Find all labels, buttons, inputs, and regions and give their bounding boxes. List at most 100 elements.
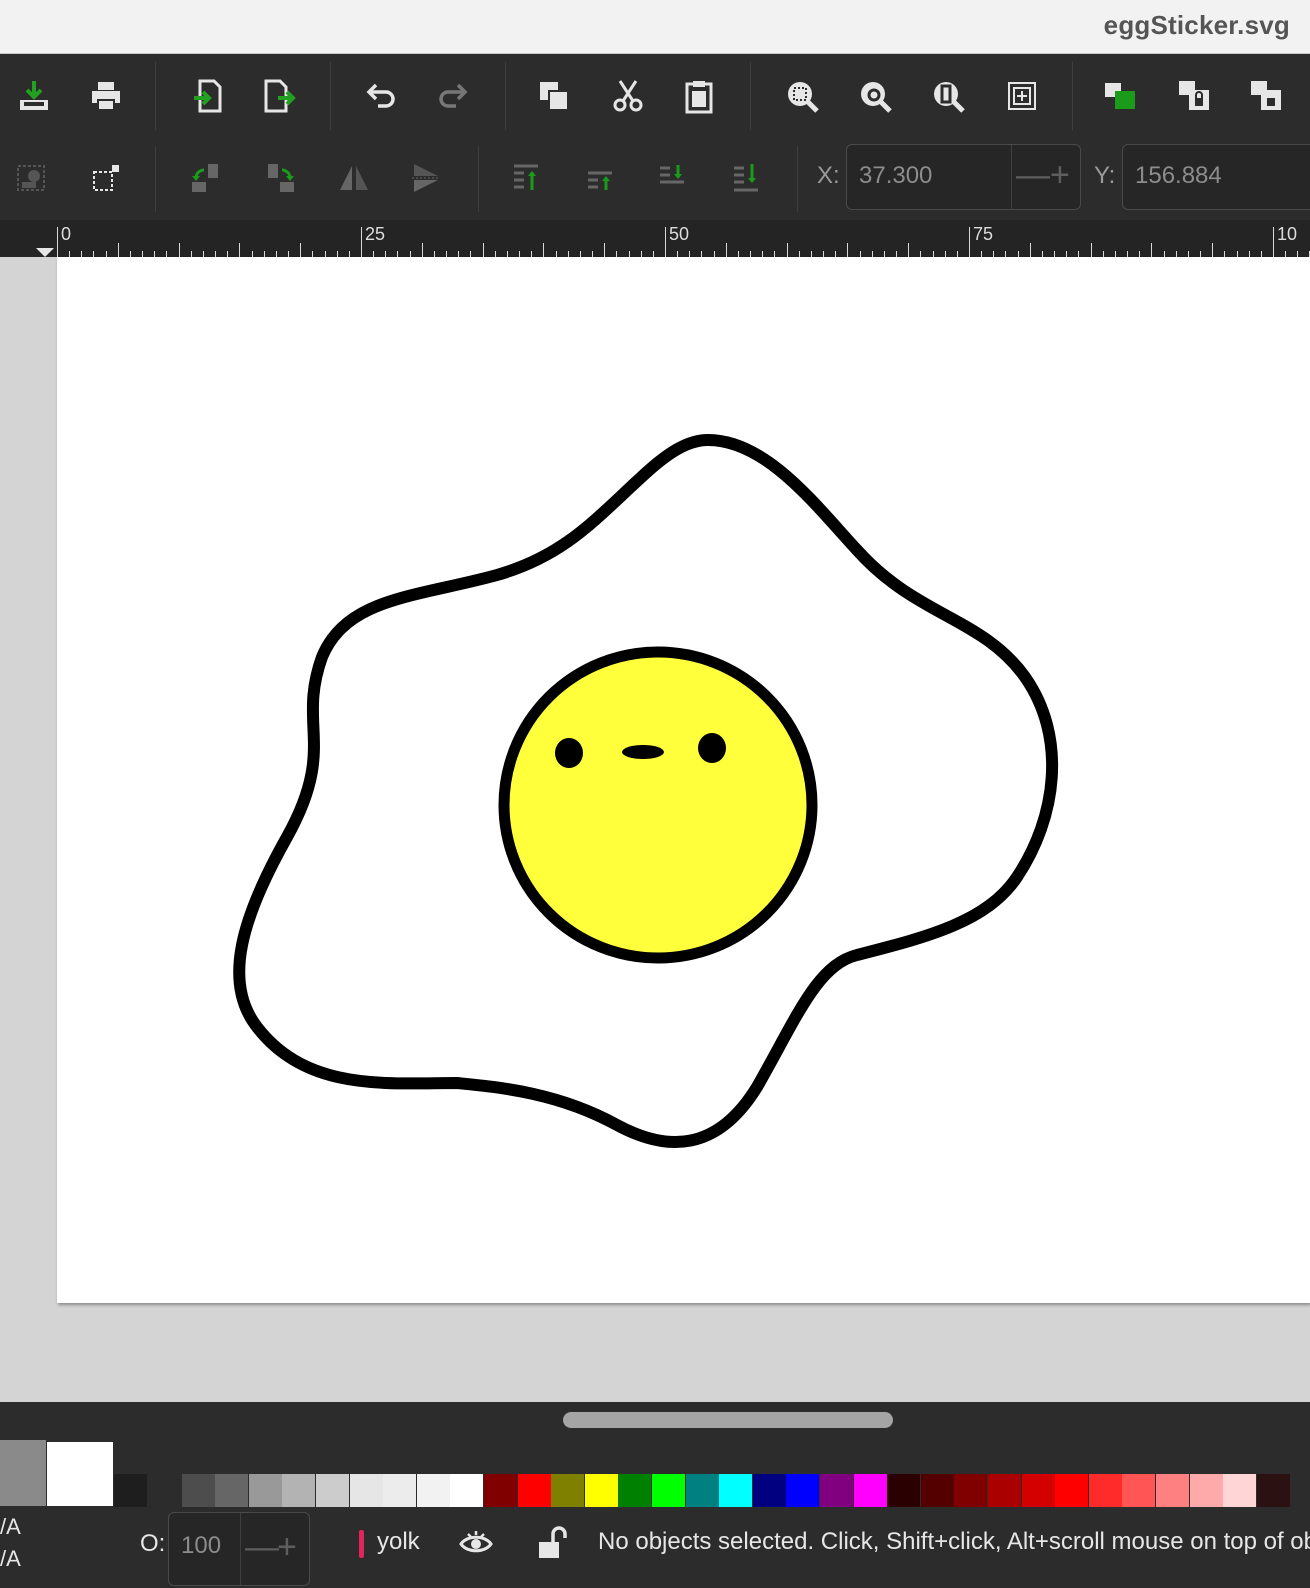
- document-page[interactable]: [57, 257, 1310, 1303]
- copy-icon[interactable]: [528, 70, 580, 122]
- palette-swatch[interactable]: [1055, 1474, 1089, 1507]
- zoom-fit-icon[interactable]: [996, 70, 1048, 122]
- zoom-selection-icon[interactable]: [776, 70, 828, 122]
- palette-swatch[interactable]: [1088, 1474, 1122, 1507]
- ruler-tick: [908, 243, 909, 257]
- x-coordinate-field[interactable]: 37.300 — +: [846, 144, 1081, 210]
- palette-swatch[interactable]: [316, 1474, 349, 1507]
- palette-swatch[interactable]: [618, 1474, 652, 1507]
- flip-horizontal-icon[interactable]: [328, 152, 380, 204]
- palette-swatch[interactable]: [1223, 1474, 1257, 1507]
- ruler-tick: [239, 243, 240, 257]
- palette-swatch[interactable]: [416, 1474, 450, 1507]
- palette-swatch[interactable]: [652, 1474, 685, 1507]
- ruler-tick: [847, 243, 848, 257]
- status-message: No objects selected. Click, Shift+click,…: [598, 1528, 1310, 1555]
- paste-icon[interactable]: [673, 70, 725, 122]
- yolk-circle[interactable]: [498, 646, 818, 964]
- ruler-tick: [787, 243, 788, 257]
- scrollbar-thumb[interactable]: [563, 1412, 893, 1428]
- group-icon[interactable]: [1094, 70, 1146, 122]
- x-decrement-button[interactable]: —: [1016, 157, 1050, 193]
- save-icon[interactable]: [8, 70, 60, 122]
- unlocked-padlock-icon[interactable]: [534, 1522, 568, 1562]
- zoom-page-icon[interactable]: [922, 70, 974, 122]
- palette-swatch[interactable]: [853, 1474, 887, 1507]
- undo-icon[interactable]: [354, 70, 406, 122]
- palette-swatch[interactable]: [114, 1474, 147, 1507]
- zoom-drawing-icon[interactable]: [849, 70, 901, 122]
- y-coordinate-field[interactable]: 156.884: [1122, 144, 1310, 210]
- redo-icon[interactable]: [428, 70, 480, 122]
- palette-swatch[interactable]: [1256, 1474, 1290, 1507]
- ruler-tick: [422, 243, 423, 257]
- rotate-cw-icon[interactable]: [254, 152, 306, 204]
- palette-swatch[interactable]: [517, 1474, 551, 1507]
- yolk-left-eye[interactable]: [555, 738, 583, 768]
- fill-status[interactable]: /A: [0, 1514, 21, 1540]
- opacity-increment-button[interactable]: +: [277, 1529, 297, 1565]
- ruler-tick: [57, 227, 58, 257]
- cut-icon[interactable]: [602, 70, 654, 122]
- palette-swatch[interactable]: [752, 1474, 786, 1507]
- palette-swatch[interactable]: [920, 1474, 954, 1507]
- palette-swatch[interactable]: [349, 1474, 383, 1507]
- print-icon[interactable]: [80, 70, 132, 122]
- palette-swatch[interactable]: [685, 1474, 719, 1507]
- palette-swatch[interactable]: [282, 1474, 316, 1507]
- y-coordinate-value[interactable]: 156.884: [1135, 162, 1222, 190]
- palette-swatch[interactable]: [248, 1474, 282, 1507]
- unlock-group-icon[interactable]: [1240, 70, 1292, 122]
- raise-to-top-icon[interactable]: [500, 152, 552, 204]
- import-icon[interactable]: [182, 70, 234, 122]
- toolbar-separator: [155, 146, 156, 212]
- select-all-layers-icon[interactable]: [80, 152, 132, 204]
- raise-icon[interactable]: [574, 152, 626, 204]
- x-increment-button[interactable]: +: [1050, 157, 1070, 193]
- flip-vertical-icon[interactable]: [400, 152, 452, 204]
- palette-swatch[interactable]: [719, 1474, 753, 1507]
- palette-swatch[interactable]: [215, 1474, 249, 1507]
- opacity-field[interactable]: 100 — +: [168, 1512, 310, 1586]
- ruler-tick: [361, 227, 362, 257]
- fill-indicator-swatch[interactable]: [0, 1440, 46, 1506]
- palette-swatch[interactable]: [383, 1474, 417, 1507]
- egg-drawing[interactable]: [57, 257, 1310, 1303]
- palette-swatch[interactable]: [954, 1474, 988, 1507]
- opacity-value[interactable]: 100: [181, 1532, 221, 1560]
- stroke-status[interactable]: /A: [0, 1546, 21, 1572]
- stroke-indicator-swatch[interactable]: [47, 1442, 113, 1506]
- select-all-icon[interactable]: [6, 152, 58, 204]
- current-layer-name[interactable]: yolk: [377, 1528, 420, 1556]
- horizontal-scrollbar[interactable]: [0, 1402, 1310, 1440]
- ruler-label: 75: [973, 224, 994, 244]
- lower-icon[interactable]: [646, 152, 698, 204]
- lock-group-icon[interactable]: [1168, 70, 1220, 122]
- palette-swatch[interactable]: [584, 1474, 618, 1507]
- eye-visibility-icon[interactable]: [458, 1524, 494, 1560]
- ruler-tick: [1212, 243, 1213, 257]
- export-icon[interactable]: [252, 70, 304, 122]
- palette-swatch[interactable]: [887, 1474, 921, 1507]
- y-label: Y:: [1094, 162, 1116, 189]
- rotate-ccw-icon[interactable]: [180, 152, 232, 204]
- canvas-area[interactable]: [0, 257, 1310, 1402]
- palette-swatch[interactable]: [147, 1474, 181, 1507]
- palette-swatch[interactable]: [820, 1474, 853, 1507]
- palette-swatch[interactable]: [551, 1474, 585, 1507]
- x-coordinate-value[interactable]: 37.300: [859, 162, 932, 190]
- palette-swatch[interactable]: [1122, 1474, 1156, 1507]
- palette-swatch[interactable]: [988, 1474, 1021, 1507]
- palette-swatch[interactable]: [786, 1474, 820, 1507]
- palette-swatch[interactable]: [1021, 1474, 1055, 1507]
- palette-swatch[interactable]: [484, 1474, 517, 1507]
- palette-swatch[interactable]: [181, 1474, 215, 1507]
- yolk-mouth[interactable]: [622, 745, 664, 759]
- yolk-right-eye[interactable]: [698, 733, 726, 763]
- opacity-decrement-button[interactable]: —: [245, 1529, 279, 1565]
- palette-swatch[interactable]: [1156, 1474, 1189, 1507]
- lower-to-bottom-icon[interactable]: [720, 152, 772, 204]
- palette-swatch[interactable]: [1189, 1474, 1223, 1507]
- horizontal-ruler[interactable]: 0 25 50 75 10: [0, 220, 1310, 257]
- palette-swatch[interactable]: [450, 1474, 484, 1507]
